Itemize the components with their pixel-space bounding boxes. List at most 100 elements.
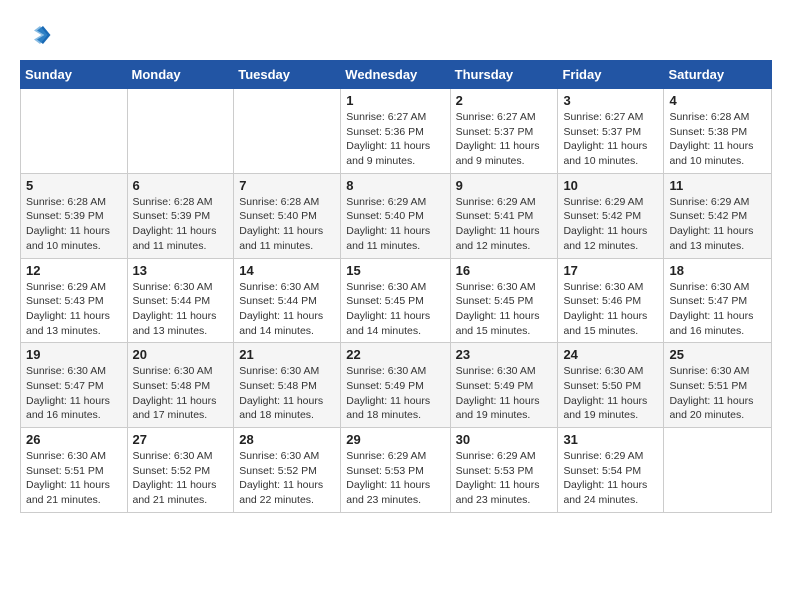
calendar-cell: 9 Sunrise: 6:29 AM Sunset: 5:41 PM Daylig… <box>450 173 558 258</box>
day-detail: Sunrise: 6:30 AM Sunset: 5:49 PM Dayligh… <box>456 364 553 423</box>
day-detail: Sunrise: 6:30 AM Sunset: 5:48 PM Dayligh… <box>133 364 229 423</box>
day-number: 28 <box>239 432 335 447</box>
logo <box>20 20 52 50</box>
day-number: 5 <box>26 178 122 193</box>
day-number: 21 <box>239 347 335 362</box>
day-detail: Sunrise: 6:29 AM Sunset: 5:53 PM Dayligh… <box>346 449 444 508</box>
calendar-cell: 22Sunrise: 6:30 AM Sunset: 5:49 PM Dayli… <box>341 343 450 428</box>
calendar-cell: 5 Sunrise: 6:28 AM Sunset: 5:39 PM Daylig… <box>21 173 128 258</box>
calendar-cell: 27 Sunrise: 6:30 AM Sunset: 5:52 PM Dayli… <box>127 428 234 513</box>
calendar-week-1: 1 Sunrise: 6:27 AM Sunset: 5:36 PM Daylig… <box>21 89 772 174</box>
day-number: 8 <box>346 178 444 193</box>
calendar-cell: 14 Sunrise: 6:30 AM Sunset: 5:44 PM Dayli… <box>234 258 341 343</box>
day-detail: Sunrise: 6:29 AM Sunset: 5:42 PM Dayligh… <box>563 195 658 254</box>
day-detail: Sunrise: 6:27 AM Sunset: 5:36 PM Dayligh… <box>346 110 444 169</box>
calendar-cell: 28 Sunrise: 6:30 AM Sunset: 5:52 PM Dayli… <box>234 428 341 513</box>
weekday-header-saturday: Saturday <box>664 61 772 89</box>
day-number: 4 <box>669 93 766 108</box>
calendar-cell: 19 Sunrise: 6:30 AM Sunset: 5:47 PM Dayli… <box>21 343 128 428</box>
day-number: 19 <box>26 347 122 362</box>
calendar-header-row: SundayMondayTuesdayWednesdayThursdayFrid… <box>21 61 772 89</box>
day-number: 11 <box>669 178 766 193</box>
day-number: 29 <box>346 432 444 447</box>
day-number: 25 <box>669 347 766 362</box>
logo-icon <box>22 20 52 50</box>
day-number: 14 <box>239 263 335 278</box>
calendar-cell: 23Sunrise: 6:30 AM Sunset: 5:49 PM Dayli… <box>450 343 558 428</box>
day-number: 26 <box>26 432 122 447</box>
day-detail: Sunrise: 6:29 AM Sunset: 5:43 PM Dayligh… <box>26 280 122 339</box>
calendar-week-2: 5 Sunrise: 6:28 AM Sunset: 5:39 PM Daylig… <box>21 173 772 258</box>
page-header <box>20 20 772 50</box>
day-detail: Sunrise: 6:30 AM Sunset: 5:46 PM Dayligh… <box>563 280 658 339</box>
calendar-cell: 29 Sunrise: 6:29 AM Sunset: 5:53 PM Dayli… <box>341 428 450 513</box>
day-number: 12 <box>26 263 122 278</box>
calendar-table: SundayMondayTuesdayWednesdayThursdayFrid… <box>20 60 772 513</box>
day-number: 17 <box>563 263 658 278</box>
day-number: 13 <box>133 263 229 278</box>
day-detail: Sunrise: 6:30 AM Sunset: 5:48 PM Dayligh… <box>239 364 335 423</box>
weekday-header-wednesday: Wednesday <box>341 61 450 89</box>
day-detail: Sunrise: 6:30 AM Sunset: 5:45 PM Dayligh… <box>456 280 553 339</box>
day-number: 30 <box>456 432 553 447</box>
day-detail: Sunrise: 6:30 AM Sunset: 5:50 PM Dayligh… <box>563 364 658 423</box>
day-number: 9 <box>456 178 553 193</box>
day-detail: Sunrise: 6:30 AM Sunset: 5:45 PM Dayligh… <box>346 280 444 339</box>
calendar-cell: 3Sunrise: 6:27 AM Sunset: 5:37 PM Daylig… <box>558 89 664 174</box>
calendar-cell <box>127 89 234 174</box>
day-number: 6 <box>133 178 229 193</box>
calendar-cell <box>664 428 772 513</box>
calendar-cell <box>234 89 341 174</box>
day-detail: Sunrise: 6:30 AM Sunset: 5:51 PM Dayligh… <box>26 449 122 508</box>
day-detail: Sunrise: 6:30 AM Sunset: 5:44 PM Dayligh… <box>239 280 335 339</box>
day-detail: Sunrise: 6:29 AM Sunset: 5:40 PM Dayligh… <box>346 195 444 254</box>
day-detail: Sunrise: 6:28 AM Sunset: 5:39 PM Dayligh… <box>133 195 229 254</box>
calendar-cell <box>21 89 128 174</box>
calendar-cell: 21 Sunrise: 6:30 AM Sunset: 5:48 PM Dayli… <box>234 343 341 428</box>
calendar-cell: 1 Sunrise: 6:27 AM Sunset: 5:36 PM Daylig… <box>341 89 450 174</box>
calendar-cell: 16 Sunrise: 6:30 AM Sunset: 5:45 PM Dayli… <box>450 258 558 343</box>
calendar-cell: 30 Sunrise: 6:29 AM Sunset: 5:53 PM Dayli… <box>450 428 558 513</box>
calendar-cell: 25Sunrise: 6:30 AM Sunset: 5:51 PM Dayli… <box>664 343 772 428</box>
calendar-cell: 6 Sunrise: 6:28 AM Sunset: 5:39 PM Daylig… <box>127 173 234 258</box>
calendar-week-5: 26 Sunrise: 6:30 AM Sunset: 5:51 PM Dayli… <box>21 428 772 513</box>
day-number: 27 <box>133 432 229 447</box>
calendar-cell: 18Sunrise: 6:30 AM Sunset: 5:47 PM Dayli… <box>664 258 772 343</box>
weekday-header-monday: Monday <box>127 61 234 89</box>
calendar-cell: 20Sunrise: 6:30 AM Sunset: 5:48 PM Dayli… <box>127 343 234 428</box>
calendar-cell: 26 Sunrise: 6:30 AM Sunset: 5:51 PM Dayli… <box>21 428 128 513</box>
weekday-header-friday: Friday <box>558 61 664 89</box>
calendar-cell: 12 Sunrise: 6:29 AM Sunset: 5:43 PM Dayli… <box>21 258 128 343</box>
weekday-header-thursday: Thursday <box>450 61 558 89</box>
day-number: 18 <box>669 263 766 278</box>
calendar-cell: 4Sunrise: 6:28 AM Sunset: 5:38 PM Daylig… <box>664 89 772 174</box>
weekday-header-sunday: Sunday <box>21 61 128 89</box>
calendar-cell: 15 Sunrise: 6:30 AM Sunset: 5:45 PM Dayli… <box>341 258 450 343</box>
day-detail: Sunrise: 6:30 AM Sunset: 5:52 PM Dayligh… <box>239 449 335 508</box>
day-number: 24 <box>563 347 658 362</box>
day-number: 10 <box>563 178 658 193</box>
day-number: 15 <box>346 263 444 278</box>
calendar-cell: 31 Sunrise: 6:29 AM Sunset: 5:54 PM Dayli… <box>558 428 664 513</box>
calendar-cell: 2 Sunrise: 6:27 AM Sunset: 5:37 PM Daylig… <box>450 89 558 174</box>
calendar-cell: 8 Sunrise: 6:29 AM Sunset: 5:40 PM Daylig… <box>341 173 450 258</box>
calendar-cell: 24 Sunrise: 6:30 AM Sunset: 5:50 PM Dayli… <box>558 343 664 428</box>
day-detail: Sunrise: 6:30 AM Sunset: 5:52 PM Dayligh… <box>133 449 229 508</box>
day-number: 2 <box>456 93 553 108</box>
calendar-week-4: 19 Sunrise: 6:30 AM Sunset: 5:47 PM Dayli… <box>21 343 772 428</box>
day-detail: Sunrise: 6:29 AM Sunset: 5:41 PM Dayligh… <box>456 195 553 254</box>
day-detail: Sunrise: 6:27 AM Sunset: 5:37 PM Dayligh… <box>456 110 553 169</box>
day-detail: Sunrise: 6:28 AM Sunset: 5:40 PM Dayligh… <box>239 195 335 254</box>
day-detail: Sunrise: 6:28 AM Sunset: 5:39 PM Dayligh… <box>26 195 122 254</box>
weekday-header-tuesday: Tuesday <box>234 61 341 89</box>
day-detail: Sunrise: 6:29 AM Sunset: 5:54 PM Dayligh… <box>563 449 658 508</box>
day-number: 16 <box>456 263 553 278</box>
day-detail: Sunrise: 6:30 AM Sunset: 5:47 PM Dayligh… <box>26 364 122 423</box>
day-detail: Sunrise: 6:29 AM Sunset: 5:53 PM Dayligh… <box>456 449 553 508</box>
calendar-cell: 17 Sunrise: 6:30 AM Sunset: 5:46 PM Dayli… <box>558 258 664 343</box>
calendar-week-3: 12 Sunrise: 6:29 AM Sunset: 5:43 PM Dayli… <box>21 258 772 343</box>
day-number: 1 <box>346 93 444 108</box>
day-detail: Sunrise: 6:29 AM Sunset: 5:42 PM Dayligh… <box>669 195 766 254</box>
day-number: 31 <box>563 432 658 447</box>
day-number: 3 <box>563 93 658 108</box>
